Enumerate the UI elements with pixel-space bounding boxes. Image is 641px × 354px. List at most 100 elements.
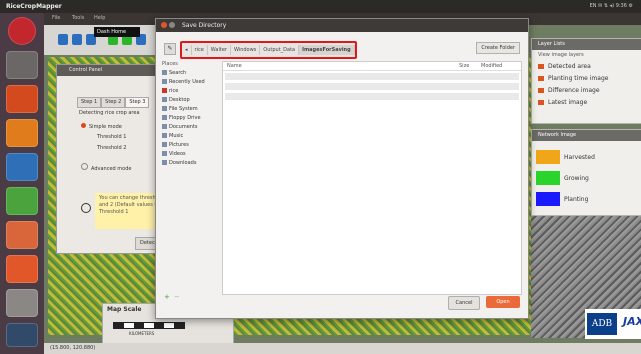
place-documents[interactable]: Documents <box>162 123 220 132</box>
files-icon[interactable] <box>6 51 38 79</box>
breadcrumb-rice[interactable]: rice <box>192 45 208 55</box>
desktop-icon <box>162 97 167 102</box>
workspace-icon[interactable] <box>6 323 38 347</box>
column-size[interactable]: Size <box>459 62 469 70</box>
place-pictures[interactable]: Pictures <box>162 141 220 150</box>
system-indicators[interactable]: EN ✉ ⇅ ◂) 9:36 ⚙ <box>590 3 633 9</box>
place-floppy[interactable]: Floppy Drive <box>162 114 220 123</box>
status-bar: (15.800, 120.880) <box>44 343 641 354</box>
dialog-titlebar: Save Directory <box>156 19 528 32</box>
dialog-title: Save Directory <box>182 22 227 29</box>
writer-icon[interactable] <box>6 153 38 181</box>
open-button[interactable]: Open <box>486 296 520 308</box>
legend-label: Harvested <box>564 154 595 161</box>
firefox-icon[interactable] <box>6 119 38 147</box>
place-videos[interactable]: Videos <box>162 150 220 159</box>
minimize-icon[interactable] <box>169 22 175 28</box>
layer-item[interactable]: Planting time image <box>538 75 608 82</box>
place-recent[interactable]: Recently Used <box>162 78 220 87</box>
settings-icon[interactable] <box>6 289 38 317</box>
file-row[interactable] <box>225 83 519 90</box>
calc-icon[interactable] <box>6 187 38 215</box>
dash-home-icon[interactable] <box>8 17 36 45</box>
menu-tools[interactable]: Tools <box>72 15 84 21</box>
step-tabs: Step 1 Step 2 Step 3 <box>77 97 150 108</box>
place-desktop[interactable]: Desktop <box>162 96 220 105</box>
breadcrumb-output-data[interactable]: Output_Data <box>260 45 300 55</box>
column-name[interactable]: Name <box>227 62 242 70</box>
zoom-in-icon[interactable] <box>58 34 68 45</box>
place-label: Recently Used <box>169 79 205 85</box>
layer-item[interactable]: Detected area <box>538 63 591 70</box>
layer-list-panel: Layer Lists View image layers Detected a… <box>531 38 641 124</box>
file-row[interactable] <box>225 73 519 80</box>
remove-bookmark-icon[interactable]: − <box>174 293 180 301</box>
file-list-header: Name Size Modified <box>223 62 521 71</box>
close-icon[interactable] <box>161 22 167 28</box>
menu-help[interactable]: Help <box>94 15 105 21</box>
tab-step-3[interactable]: Step 3 <box>125 97 150 108</box>
places-header: Places <box>162 61 178 67</box>
folder-icon <box>162 133 167 138</box>
breadcrumb-walter[interactable]: Walter <box>208 45 231 55</box>
ubuntu-software-icon[interactable] <box>6 85 38 113</box>
scale-unit: KILOMETERS <box>129 331 155 336</box>
place-file-system[interactable]: File System <box>162 105 220 114</box>
column-modified[interactable]: Modified <box>481 62 502 70</box>
cancel-button[interactable]: Cancel <box>448 296 480 310</box>
add-bookmark-icon[interactable]: + <box>164 293 170 301</box>
place-label: Search <box>169 70 187 76</box>
home-icon <box>162 88 167 93</box>
breadcrumb-images-for-saving[interactable]: ImagesForSaving <box>299 45 355 55</box>
coordinate-readout: (15.800, 120.880) <box>50 345 96 351</box>
simple-mode-radio[interactable]: Simple mode <box>81 123 122 130</box>
layer-checkbox[interactable] <box>538 100 544 105</box>
place-home[interactable]: rice <box>162 87 220 96</box>
breadcrumb-windows[interactable]: Windows <box>231 45 261 55</box>
control-panel: Control Panel Step 1 Step 2 Step 3 Detecti… <box>56 64 173 254</box>
clock-icon <box>162 79 167 84</box>
place-label: Pictures <box>169 142 189 148</box>
breadcrumb-back-icon[interactable]: ◂ <box>182 45 192 55</box>
places-sidebar: Places Search Recently Used rice Desktop… <box>162 61 220 303</box>
legend-label: Growing <box>564 175 589 182</box>
place-downloads[interactable]: Downloads <box>162 159 220 168</box>
tab-step-1[interactable]: Step 1 <box>77 97 102 108</box>
place-label: Videos <box>169 151 186 157</box>
ubuntu-one-icon[interactable] <box>6 255 38 283</box>
folder-icon <box>162 142 167 147</box>
place-label: Music <box>169 133 184 139</box>
partner-logos: ADB JAXA <box>585 309 641 339</box>
advanced-mode-label: Advanced mode <box>91 166 132 172</box>
threshold1-label: Threshold 1 <box>97 134 127 140</box>
place-label: Documents <box>169 124 198 130</box>
file-list[interactable]: Name Size Modified <box>222 61 522 295</box>
menu-file[interactable]: File <box>52 15 60 21</box>
folder-icon <box>162 124 167 129</box>
edit-path-icon[interactable]: ✎ <box>164 43 176 55</box>
layer-label: Planting time image <box>548 75 609 82</box>
layer-checkbox[interactable] <box>538 76 544 81</box>
place-music[interactable]: Music <box>162 132 220 141</box>
place-label: Downloads <box>169 160 197 166</box>
detect-heading: Detecting rice crop area <box>79 110 140 116</box>
impress-icon[interactable] <box>6 221 38 249</box>
layer-item[interactable]: Difference image <box>538 87 600 94</box>
legend-swatch <box>536 192 560 206</box>
tab-step-2[interactable]: Step 2 <box>101 97 126 108</box>
folder-icon <box>162 160 167 165</box>
layer-item[interactable]: Latest image <box>538 99 587 106</box>
place-label: rice <box>169 88 179 94</box>
file-row[interactable] <box>225 93 519 100</box>
layer-list-title: Layer Lists <box>532 39 641 50</box>
advanced-mode-radio[interactable]: Advanced mode <box>81 163 131 172</box>
app-title: RiceCropMapper <box>6 3 62 10</box>
info-icon <box>81 203 91 213</box>
legend-item-harvested: Harvested <box>536 150 640 166</box>
layer-checkbox[interactable] <box>538 88 544 93</box>
layer-checkbox[interactable] <box>538 64 544 69</box>
scale-bar <box>113 322 185 329</box>
create-folder-button[interactable]: Create Folder <box>476 42 520 54</box>
place-search[interactable]: Search <box>162 69 220 78</box>
zoom-out-icon[interactable] <box>72 34 82 45</box>
